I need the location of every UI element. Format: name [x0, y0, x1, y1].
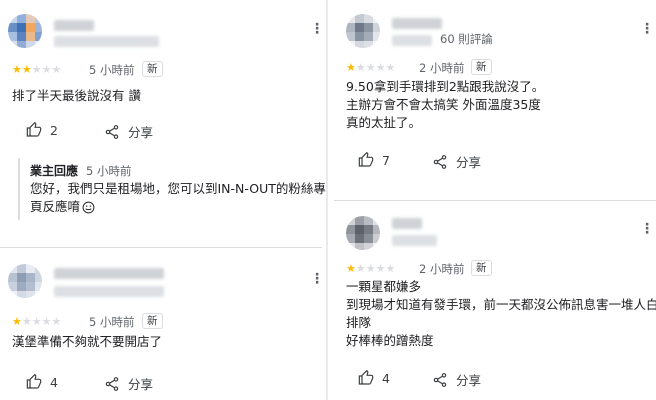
like-count: 4	[50, 374, 58, 390]
like-button[interactable]: 2	[26, 122, 58, 138]
reviewer-meta-blurred	[54, 286, 164, 297]
review-card: 60 則評論 ⋮ ★★★★★ 2 小時前 新 9.50拿到手環排到2點跟我說沒了…	[334, 0, 656, 200]
star-filled-icon: ★	[346, 262, 356, 275]
reviewer-meta-blurred	[54, 36, 159, 47]
new-badge: 新	[471, 260, 492, 276]
more-vert-icon[interactable]: ⋮	[310, 22, 324, 36]
share-icon	[105, 376, 119, 391]
smile-emoji-icon	[82, 201, 95, 214]
owner-reply-title: 業主回應	[30, 164, 79, 178]
owner-reply-time: 5 小時前	[86, 164, 132, 178]
avatar[interactable]	[346, 216, 380, 250]
star-empty-icon: ★	[385, 262, 396, 275]
share-icon	[433, 372, 447, 387]
share-button[interactable]: 分享	[432, 152, 481, 171]
new-badge: 新	[471, 59, 492, 75]
new-badge: 新	[142, 61, 163, 77]
like-button[interactable]: 4	[26, 374, 58, 390]
owner-reply-text-line: 頁反應唷	[30, 198, 95, 216]
star-empty-icon: ★	[365, 262, 376, 275]
star-empty-icon: ★	[41, 63, 52, 76]
share-button[interactable]: 分享	[104, 374, 153, 393]
avatar[interactable]	[346, 14, 380, 48]
reviewer-name-blurred[interactable]	[54, 20, 94, 31]
review-text-line: 主辦方會不會太搞笑 外面溫度35度	[346, 97, 541, 112]
reviewer-name-blurred[interactable]	[54, 268, 164, 279]
review-time: 5 小時前	[89, 315, 135, 329]
like-count: 2	[50, 122, 58, 138]
share-label: 分享	[128, 377, 154, 392]
star-empty-icon: ★	[51, 315, 62, 328]
owner-reply-text-line: 您好，我們只是租場地，您可以到IN-N-OUT的粉絲專	[30, 181, 326, 196]
star-filled-icon: ★	[12, 63, 22, 76]
more-vert-icon[interactable]: ⋮	[640, 222, 654, 236]
star-filled-icon: ★	[12, 315, 22, 328]
star-empty-icon: ★	[31, 63, 42, 76]
share-label: 分享	[456, 373, 482, 388]
review-divider	[334, 200, 656, 201]
review-time: 2 小時前	[419, 61, 465, 75]
star-empty-icon: ★	[375, 262, 386, 275]
review-time: 5 小時前	[89, 63, 135, 77]
review-text-line: 排了半天最後說沒有 讚	[12, 88, 141, 103]
star-empty-icon: ★	[51, 63, 62, 76]
more-vert-icon[interactable]: ⋮	[640, 22, 654, 36]
share-icon	[105, 124, 119, 139]
new-badge: 新	[142, 313, 163, 329]
reviewer-review-count: 60 則評論	[440, 32, 493, 46]
review-text-line: 一顆星都嫌多	[346, 279, 422, 294]
more-vert-icon[interactable]: ⋮	[310, 272, 324, 286]
star-empty-icon: ★	[385, 61, 396, 74]
like-count: 4	[382, 370, 390, 386]
star-empty-icon: ★	[21, 315, 32, 328]
thumb-up-icon	[358, 370, 374, 385]
review-text-line: 排隊	[346, 315, 372, 330]
reviewer-meta-blurred	[392, 35, 432, 46]
reviewer-name-blurred[interactable]	[392, 18, 442, 29]
star-empty-icon: ★	[41, 315, 52, 328]
review-text-line: 真的太扯了。	[346, 115, 422, 130]
review-divider	[0, 247, 322, 248]
star-rating: ★★★★★	[346, 62, 395, 73]
thumb-up-icon	[358, 152, 374, 167]
review-text-line: 漢堡準備不夠就不要開店了	[12, 334, 163, 349]
review-card: ⋮ ★★★★★ 5 小時前 新 漢堡準備不夠就不要開店了 4 分享	[0, 250, 324, 400]
share-icon	[433, 154, 447, 169]
star-empty-icon: ★	[355, 61, 366, 74]
review-text-line: 好棒棒的蹭熱度	[346, 333, 434, 348]
share-button[interactable]: 分享	[432, 370, 481, 389]
share-label: 分享	[456, 155, 482, 170]
star-empty-icon: ★	[31, 315, 42, 328]
star-rating: ★★★★★	[346, 263, 395, 274]
thumb-up-icon	[26, 374, 42, 389]
review-text-line: 9.50拿到手環排到2點跟我說沒了。	[346, 79, 545, 94]
star-empty-icon: ★	[375, 61, 386, 74]
thumb-up-icon	[26, 122, 42, 137]
star-empty-icon: ★	[365, 61, 376, 74]
avatar[interactable]	[8, 14, 42, 48]
review-card: ⋮ ★★★★★ 2 小時前 新 一顆星都嫌多 到現場才知道有發手環，前一天都沒公…	[334, 202, 656, 400]
avatar[interactable]	[8, 264, 42, 298]
star-filled-icon: ★	[21, 63, 32, 76]
review-card: ⋮ ★★★★★ 5 小時前 新 排了半天最後說沒有 讚 2 分享 業主回應 5 …	[0, 0, 326, 245]
star-rating: ★★★★★	[12, 64, 61, 75]
like-button[interactable]: 4	[358, 370, 390, 386]
owner-reply: 業主回應 5 小時前 您好，我們只是租場地，您可以到IN-N-OUT的粉絲專 頁…	[18, 158, 326, 220]
column-divider	[326, 0, 328, 400]
share-button[interactable]: 分享	[104, 122, 153, 141]
like-button[interactable]: 7	[358, 152, 390, 168]
like-count: 7	[382, 152, 390, 168]
star-filled-icon: ★	[346, 61, 356, 74]
review-time: 2 小時前	[419, 262, 465, 276]
star-empty-icon: ★	[355, 262, 366, 275]
review-text-line: 到現場才知道有發手環，前一天都沒公佈訊息害一堆人白	[346, 297, 656, 312]
star-rating: ★★★★★	[12, 316, 61, 327]
share-label: 分享	[128, 125, 154, 140]
reviewer-meta-blurred	[392, 235, 437, 246]
reviewer-name-blurred[interactable]	[392, 218, 422, 229]
